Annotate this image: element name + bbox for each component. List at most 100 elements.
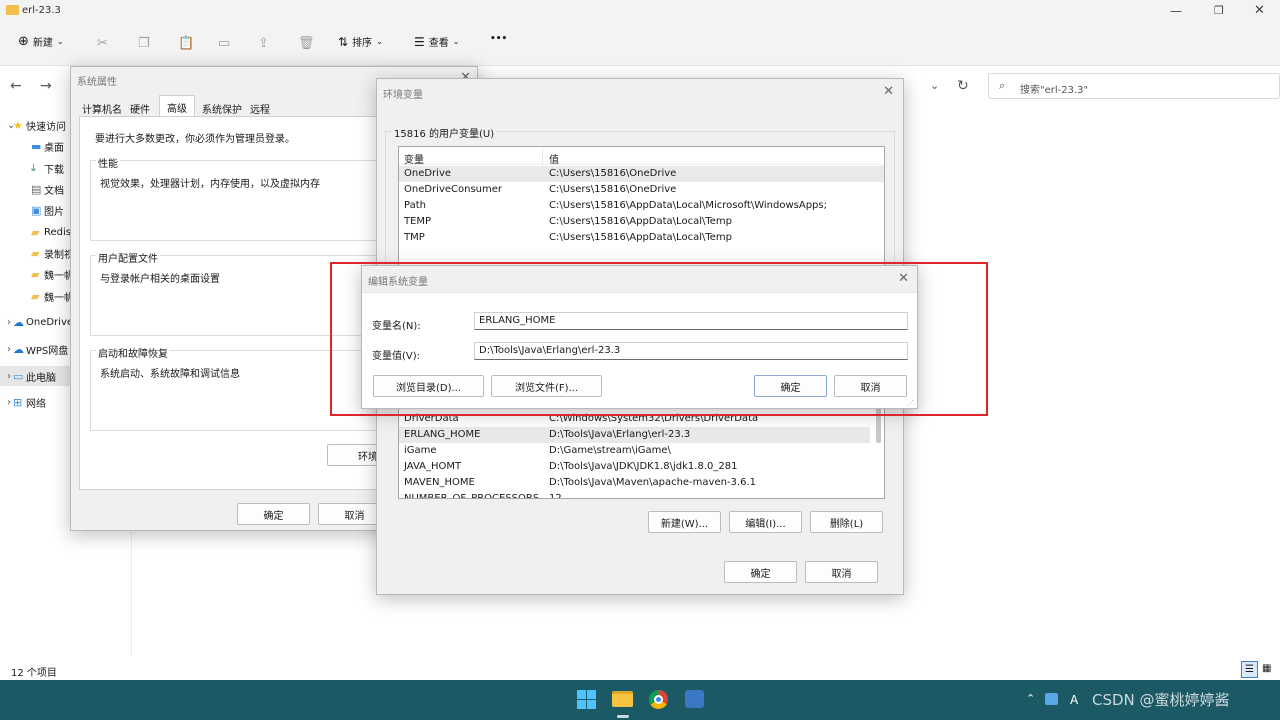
- folder-icon: ▰: [31, 246, 40, 260]
- collapse-chevron-icon[interactable]: ›: [7, 371, 11, 382]
- sidebar-item-label: OneDrive: [26, 316, 74, 328]
- tab-system-protection[interactable]: 系统保护: [202, 101, 242, 116]
- variable-value-cell: D:\Tools\Java\Erlang\erl-23.3: [549, 429, 691, 440]
- performance-label: 性能: [96, 155, 120, 170]
- minimize-button[interactable]: —: [1170, 4, 1182, 18]
- close-icon[interactable]: ✕: [883, 84, 894, 99]
- more-options-button[interactable]: •••: [490, 34, 507, 44]
- tab-computer-name[interactable]: 计算机名: [82, 101, 122, 116]
- chevron-down-icon: ⌄: [452, 37, 460, 46]
- details-view-icon[interactable]: ☰: [1241, 661, 1258, 678]
- user-variables-label: 15816 的用户变量(U): [392, 125, 497, 140]
- delete-icon[interactable]: 🗑: [298, 36, 315, 51]
- rename-icon[interactable]: ▭: [218, 36, 230, 51]
- refresh-icon[interactable]: ↻: [957, 78, 969, 94]
- new-variable-button[interactable]: 新建(W)...: [648, 511, 721, 533]
- variable-value-cell: D:\Tools\Java\JDK\JDK1.8\jdk1.8.0_281: [549, 461, 738, 472]
- tray-app-icon[interactable]: [1045, 693, 1058, 705]
- document-icon: ▤: [31, 182, 42, 196]
- collapse-chevron-icon[interactable]: ›: [7, 344, 11, 355]
- delete-variable-button[interactable]: 删除(L): [810, 511, 883, 533]
- windows-start-icon[interactable]: [577, 690, 596, 709]
- search-icon: ⌕: [999, 79, 1006, 92]
- ok-button[interactable]: 确定: [237, 503, 310, 525]
- startup-recovery-label: 启动和故障恢复: [96, 345, 170, 360]
- table-row[interactable]: OneDriveConsumer C:\Users\15816\OneDrive: [399, 182, 884, 198]
- variable-value-cell: D:\Tools\Java\Maven\apache-maven-3.6.1: [549, 477, 756, 488]
- cut-icon[interactable]: ✂: [97, 36, 108, 51]
- tab-advanced[interactable]: 高级: [159, 95, 195, 117]
- back-arrow-icon[interactable]: ←: [10, 78, 22, 94]
- chrome-icon[interactable]: [649, 690, 668, 709]
- folder-icon: ▰: [31, 267, 40, 281]
- paste-icon[interactable]: 📋: [178, 36, 194, 51]
- input-language-indicator[interactable]: A: [1070, 693, 1078, 707]
- view-button[interactable]: ☰ 查看 ⌄: [414, 34, 460, 50]
- column-variable-header[interactable]: 变量: [404, 151, 424, 166]
- computer-icon: ▭: [13, 369, 24, 383]
- close-button[interactable]: ✕: [1254, 3, 1265, 18]
- view-icon: ☰: [414, 34, 425, 49]
- maximize-button[interactable]: ❐: [1214, 4, 1224, 17]
- view-label: 查看: [428, 38, 449, 49]
- table-row[interactable]: NUMBER_OF_PROCESSORS 12: [399, 491, 870, 499]
- explorer-toolbar: ⊕ 新建 ⌄ ✂ ❐ 📋 ▭ ⇪ 🗑 ⇅ 排序 ⌄ ☰ 查看 ⌄ •••: [0, 24, 1280, 66]
- folder-icon: ▰: [31, 225, 40, 239]
- variable-name-cell: ERLANG_HOME: [404, 429, 481, 440]
- table-row[interactable]: Path C:\Users\15816\AppData\Local\Microso…: [399, 198, 884, 214]
- variable-value-cell: C:\Users\15816\OneDrive: [549, 168, 677, 179]
- share-icon[interactable]: ⇪: [258, 36, 269, 51]
- variable-value-cell: C:\Users\15816\AppData\Local\Microsoft\W…: [549, 200, 827, 211]
- column-value-header[interactable]: 值: [549, 151, 559, 166]
- folder-icon: ▰: [31, 289, 40, 303]
- chevron-down-icon: ⌄: [376, 37, 383, 46]
- variable-name-cell: JAVA_HOMT: [404, 461, 462, 472]
- search-box[interactable]: ⌕ 搜索"erl-23.3": [988, 73, 1280, 99]
- plus-circle-icon: ⊕: [18, 34, 29, 49]
- network-icon: ⊞: [13, 395, 23, 409]
- variable-name-cell: iGame: [404, 445, 437, 456]
- file-explorer-icon[interactable]: [612, 691, 633, 707]
- table-row[interactable]: JAVA_HOMT D:\Tools\Java\JDK\JDK1.8\jdk1.8…: [399, 459, 870, 475]
- table-row[interactable]: iGame D:\Game\stream\iGame\: [399, 443, 870, 459]
- star-icon: ★: [13, 118, 23, 132]
- table-row[interactable]: TEMP C:\Users\15816\AppData\Local\Temp: [399, 214, 884, 230]
- table-row[interactable]: TMP C:\Users\15816\AppData\Local\Temp: [399, 230, 884, 246]
- forward-arrow-icon[interactable]: →: [40, 78, 52, 94]
- sidebar-item-label: Redis: [44, 226, 71, 238]
- cancel-button[interactable]: 取消: [805, 561, 878, 583]
- collapse-chevron-icon[interactable]: ›: [7, 317, 11, 328]
- ok-button[interactable]: 确定: [724, 561, 797, 583]
- variable-name-cell: TMP: [404, 232, 425, 243]
- remote-desktop-icon[interactable]: [685, 690, 704, 708]
- variable-value-cell: 12: [549, 493, 562, 499]
- cloud-icon: ☁: [13, 342, 24, 356]
- variable-name-cell: NUMBER_OF_PROCESSORS: [404, 493, 540, 499]
- sort-button[interactable]: ⇅ 排序 ⌄: [338, 34, 383, 50]
- history-chevron-icon[interactable]: ⌄: [930, 79, 939, 92]
- variable-name-cell: TEMP: [404, 216, 432, 227]
- csdn-watermark: CSDN @蜜桃婷婷酱: [1092, 691, 1230, 709]
- table-row[interactable]: OneDrive C:\Users\15816\OneDrive: [399, 166, 884, 182]
- copy-icon[interactable]: ❐: [138, 36, 150, 51]
- tab-advanced-label: 高级: [167, 104, 187, 115]
- new-button[interactable]: ⊕ 新建 ⌄: [18, 34, 64, 49]
- collapse-chevron-icon[interactable]: ›: [7, 397, 11, 408]
- table-row[interactable]: ERLANG_HOME D:\Tools\Java\Erlang\erl-23.3: [399, 427, 870, 443]
- highlight-box: [330, 262, 988, 416]
- sidebar-item-label: 图片: [44, 206, 64, 218]
- tab-remote[interactable]: 远程: [250, 101, 270, 116]
- sidebar-item-label: 桌面: [44, 142, 64, 154]
- variable-name-cell: OneDrive: [404, 168, 452, 179]
- desktop-icon: ▬: [31, 139, 42, 153]
- tiles-view-icon[interactable]: ▦: [1262, 663, 1271, 674]
- tray-chevron-icon[interactable]: ⌃: [1026, 692, 1035, 705]
- status-bar: 12 个项目 ☰ ▦: [0, 660, 1280, 680]
- user-profile-label: 用户配置文件: [96, 250, 160, 265]
- table-row[interactable]: MAVEN_HOME D:\Tools\Java\Maven\apache-mav…: [399, 475, 870, 491]
- user-variables-list[interactable]: 变量 值 OneDrive C:\Users\15816\OneDrive OneD…: [398, 146, 885, 266]
- edit-variable-button[interactable]: 编辑(I)...: [729, 511, 802, 533]
- download-icon: ⤓: [31, 161, 36, 174]
- tab-hardware[interactable]: 硬件: [130, 101, 150, 116]
- cloud-icon: ☁: [13, 315, 24, 329]
